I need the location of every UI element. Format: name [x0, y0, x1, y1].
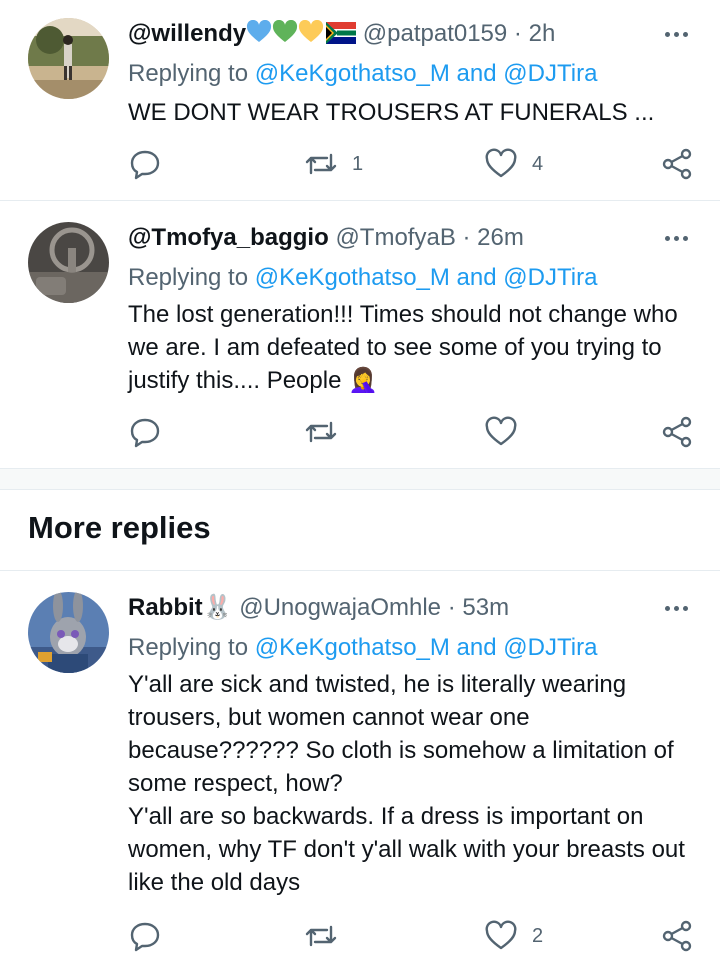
tweet-header: Rabbit🐰 @UnogwajaOmhle · 53m	[128, 590, 509, 626]
section-gap	[0, 468, 720, 490]
reply-button[interactable]	[128, 412, 162, 452]
mention-link[interactable]: @DJTira	[503, 634, 597, 661]
replying-to: Replying to @KeKgothatso_M and @DJTira	[128, 57, 597, 91]
tweet-2[interactable]: @Tmofya_baggio @TmofyaB · 26m Replying t…	[0, 220, 720, 465]
replying-to: Replying to @KeKgothatso_M and @DJTira	[128, 631, 597, 665]
more-icon[interactable]	[662, 594, 690, 622]
blue-heart-icon	[246, 20, 272, 47]
retweet-icon	[304, 147, 338, 181]
timestamp[interactable]: 26m	[477, 224, 524, 251]
south-africa-flag-icon	[324, 20, 357, 47]
retweet-icon	[304, 415, 338, 449]
replying-to-label: Replying to	[128, 60, 255, 87]
separator: ·	[513, 20, 522, 47]
like-count: 4	[532, 152, 544, 175]
user-handle[interactable]: @TmofyaB	[335, 224, 455, 251]
like-button[interactable]: 4	[484, 144, 543, 184]
yellow-heart-icon	[298, 20, 324, 47]
tweet-actions: 1 4	[128, 144, 698, 184]
share-button[interactable]	[662, 412, 692, 452]
rabbit-emoji: 🐰	[202, 594, 233, 621]
facepalm-emoji: 🤦‍♀️	[348, 367, 378, 394]
mention-link[interactable]: @KeKgothatso_M	[255, 264, 450, 291]
display-name[interactable]: @Tmofya_baggio	[128, 224, 329, 251]
mention-link[interactable]: @KeKgothatso_M	[255, 60, 450, 87]
share-icon	[662, 415, 692, 449]
tweet-paragraph: Y'all are so backwards. If a dress is im…	[128, 803, 685, 896]
like-count: 2	[532, 924, 544, 947]
tweet-text: Y'all are sick and twisted, he is litera…	[128, 668, 698, 899]
separator: ·	[447, 594, 456, 621]
tweet-actions	[128, 412, 698, 452]
reply-icon	[128, 415, 162, 449]
tweet-1[interactable]: @willendy @patpat0159 · 2h Replying to @…	[0, 16, 720, 196]
more-icon[interactable]	[662, 20, 690, 48]
tweet-paragraph: Y'all are sick and twisted, he is litera…	[128, 671, 674, 797]
replying-to-label: Replying to	[128, 264, 255, 291]
share-button[interactable]	[662, 916, 692, 956]
share-icon	[662, 147, 692, 181]
retweet-icon	[304, 919, 338, 953]
more-icon[interactable]	[662, 224, 690, 252]
tweet-text-content: The lost generation!!! Times should not …	[128, 301, 678, 394]
replying-and: and	[449, 60, 504, 87]
tweet-header: @Tmofya_baggio @TmofyaB · 26m	[128, 220, 524, 256]
like-icon	[484, 147, 518, 181]
user-handle[interactable]: @UnogwajaOmhle	[239, 594, 441, 621]
like-button[interactable]: 2	[484, 916, 543, 956]
replying-and: and	[449, 634, 504, 661]
divider	[0, 570, 720, 571]
replying-and: and	[449, 264, 504, 291]
reply-icon	[128, 147, 162, 181]
retweet-count: 1	[352, 152, 364, 175]
divider	[0, 200, 720, 201]
separator: ·	[462, 224, 471, 251]
green-heart-icon	[272, 20, 298, 47]
tweet-actions: 2	[128, 916, 698, 956]
share-button[interactable]	[662, 144, 692, 184]
mention-link[interactable]: @DJTira	[503, 60, 597, 87]
like-button[interactable]	[484, 412, 532, 452]
replying-to: Replying to @KeKgothatso_M and @DJTira	[128, 261, 597, 295]
timestamp[interactable]: 53m	[462, 594, 509, 621]
mention-link[interactable]: @KeKgothatso_M	[255, 634, 450, 661]
retweet-button[interactable]	[304, 916, 352, 956]
reply-button[interactable]	[128, 916, 162, 956]
tweet-text: The lost generation!!! Times should not …	[128, 298, 698, 397]
share-icon	[662, 919, 692, 953]
tweet-3[interactable]: Rabbit🐰 @UnogwajaOmhle · 53m Replying to…	[0, 590, 720, 957]
replying-to-label: Replying to	[128, 634, 255, 661]
display-name[interactable]: @willendy	[128, 20, 246, 47]
avatar[interactable]	[28, 592, 109, 673]
user-handle[interactable]: @patpat0159	[363, 20, 507, 47]
avatar[interactable]	[28, 222, 109, 303]
section-title: More replies	[28, 510, 211, 545]
display-name[interactable]: Rabbit	[128, 594, 203, 621]
avatar[interactable]	[28, 18, 109, 99]
tweet-text: WE DONT WEAR TROUSERS AT FUNERALS ...	[128, 99, 655, 126]
reply-icon	[128, 919, 162, 953]
like-icon	[484, 415, 518, 449]
tweet-header: @willendy @patpat0159 · 2h	[128, 16, 555, 52]
timestamp[interactable]: 2h	[529, 20, 556, 47]
mention-link[interactable]: @DJTira	[503, 264, 597, 291]
like-icon	[484, 919, 518, 953]
retweet-button[interactable]: 1	[304, 144, 363, 184]
retweet-button[interactable]	[304, 412, 352, 452]
reply-button[interactable]	[128, 144, 162, 184]
